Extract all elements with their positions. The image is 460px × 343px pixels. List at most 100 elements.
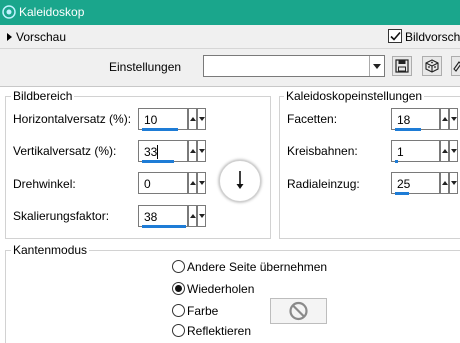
kreisbahnen-spinner[interactable]: 1: [391, 140, 458, 163]
facetten-arrows[interactable]: [440, 108, 458, 130]
bildvorschau-label: Bildvorscha: [405, 30, 460, 44]
vertikalversatz-label: Vertikalversatz (%):: [13, 144, 117, 158]
preview-toggle-label[interactable]: Vorschau: [16, 30, 66, 44]
dropdown-button[interactable]: [369, 56, 384, 76]
horizontalversatz-label: Horizontalversatz (%):: [13, 112, 132, 126]
arrow-down-icon: [451, 117, 457, 121]
horizontalversatz-slider-bar[interactable]: [142, 128, 178, 131]
kreisbahnen-input[interactable]: 1: [391, 140, 440, 163]
radio-andere-seite[interactable]: [172, 260, 185, 273]
arrow-down-icon: [451, 181, 457, 185]
drehwinkel-value: 0: [144, 177, 151, 191]
arrow-down-icon: [199, 149, 205, 153]
skalierungsfaktor-arrows[interactable]: [188, 205, 206, 227]
reset-button[interactable]: [451, 56, 460, 76]
arrow-up-icon: [442, 117, 448, 121]
radio-reflektieren[interactable]: [172, 324, 185, 337]
increment-button[interactable]: [440, 140, 449, 162]
increment-button[interactable]: [188, 108, 197, 130]
settings-dropdown[interactable]: [203, 55, 385, 77]
vertikalversatz-slider-bar[interactable]: [142, 160, 174, 163]
arrow-down-icon: [199, 214, 205, 218]
decrement-button[interactable]: [449, 172, 458, 194]
skalierungsfaktor-slider-bar[interactable]: [142, 225, 186, 228]
no-color-icon: [289, 301, 308, 321]
horizontalversatz-spinner[interactable]: 10: [138, 108, 206, 131]
increment-button[interactable]: [188, 140, 197, 162]
settings-label: Einstellungen: [109, 60, 182, 74]
app-icon: [2, 5, 16, 19]
arrow-up-icon: [442, 181, 448, 185]
facetten-input[interactable]: 18: [391, 108, 440, 131]
increment-button[interactable]: [440, 172, 449, 194]
kantenmodus-title: Kantenmodus: [11, 243, 90, 257]
arrow-up-icon: [190, 181, 196, 185]
radio-selected-dot: [175, 285, 182, 292]
kreisbahnen-arrows[interactable]: [440, 140, 458, 162]
skalierungsfaktor-label: Skalierungsfaktor:: [13, 209, 110, 223]
facetten-slider-bar[interactable]: [395, 128, 421, 131]
decrement-button[interactable]: [449, 140, 458, 162]
drehwinkel-arrows[interactable]: [188, 172, 206, 194]
arrow-down-icon: [199, 181, 205, 185]
wiederholen-label[interactable]: Wiederholen: [187, 282, 254, 296]
drehwinkel-input[interactable]: 0: [138, 172, 188, 194]
save-icon: [395, 59, 409, 73]
vertikalversatz-value: 33: [144, 145, 158, 159]
radialeinzug-input[interactable]: 25: [391, 172, 440, 195]
rotation-dial[interactable]: [219, 160, 261, 202]
arrow-up-icon: [190, 149, 196, 153]
random-dice-icon: [425, 59, 439, 73]
chevron-down-icon: [373, 64, 381, 69]
radio-wiederholen[interactable]: [172, 282, 185, 295]
kreisbahnen-slider-bar[interactable]: [395, 160, 398, 163]
arrow-down-icon: [451, 149, 457, 153]
bildvorschau-checkbox[interactable]: [388, 29, 402, 43]
decrement-button[interactable]: [197, 140, 206, 162]
reflektieren-label[interactable]: Reflektieren: [187, 324, 251, 338]
radialeinzug-value: 25: [397, 177, 411, 191]
increment-button[interactable]: [188, 205, 197, 227]
farbe-label[interactable]: Farbe: [187, 304, 218, 318]
vertikalversatz-arrows[interactable]: [188, 140, 206, 162]
expand-triangle-icon[interactable]: [7, 33, 12, 41]
radialeinzug-label: Radialeinzug:: [287, 177, 360, 191]
checkmark-icon: [390, 31, 401, 41]
kreisbahnen-label: Kreisbahnen:: [287, 144, 358, 158]
kaleido-title: Kaleidoskopeinstellungen: [284, 89, 425, 103]
increment-button[interactable]: [440, 108, 449, 130]
decrement-button[interactable]: [197, 172, 206, 194]
horizontalversatz-input[interactable]: 10: [138, 108, 188, 131]
drehwinkel-label: Drehwinkel:: [13, 177, 76, 191]
facetten-label: Facetten:: [287, 112, 338, 126]
window-title: Kaleidoskop: [19, 5, 85, 19]
color-swatch-button[interactable]: [270, 298, 327, 324]
decrement-button[interactable]: [197, 108, 206, 130]
arrow-down-icon: [199, 117, 205, 121]
save-button[interactable]: [392, 56, 412, 76]
decrement-button[interactable]: [197, 205, 206, 227]
radialeinzug-spinner[interactable]: 25: [391, 172, 458, 195]
arrow-up-icon: [442, 149, 448, 153]
random-button[interactable]: [422, 56, 442, 76]
horizontalversatz-arrows[interactable]: [188, 108, 206, 130]
facetten-spinner[interactable]: 18: [391, 108, 458, 131]
arrow-up-icon: [190, 117, 196, 121]
vertikalversatz-spinner[interactable]: 33: [138, 140, 206, 163]
kreisbahnen-value: 1: [397, 145, 404, 159]
arrow-up-icon: [190, 214, 196, 218]
decrement-button[interactable]: [449, 108, 458, 130]
horizontalversatz-value: 10: [144, 113, 158, 127]
andere-seite-label[interactable]: Andere Seite übernehmen: [187, 260, 327, 274]
reset-eraser-icon: [453, 61, 460, 72]
radialeinzug-slider-bar[interactable]: [395, 192, 409, 195]
increment-button[interactable]: [188, 172, 197, 194]
radio-farbe[interactable]: [172, 304, 185, 317]
rotation-dial-icon: [236, 171, 244, 189]
radialeinzug-arrows[interactable]: [440, 172, 458, 194]
bildbereich-title: Bildbereich: [11, 89, 75, 103]
drehwinkel-spinner[interactable]: 0: [138, 172, 206, 194]
vertikalversatz-input[interactable]: 33: [138, 140, 188, 163]
skalierungsfaktor-spinner[interactable]: 38: [138, 205, 206, 228]
skalierungsfaktor-input[interactable]: 38: [138, 205, 188, 228]
